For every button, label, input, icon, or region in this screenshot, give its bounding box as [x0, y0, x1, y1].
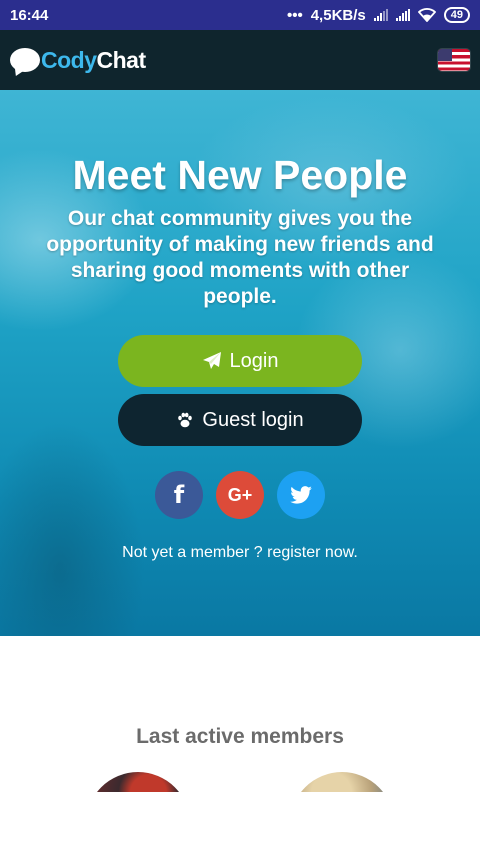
logo-text: CodyChat — [41, 47, 146, 74]
guest-login-button[interactable]: Guest login — [118, 394, 362, 446]
battery-icon: 49 — [443, 7, 470, 23]
avatar — [86, 772, 190, 792]
chat-bubble-icon — [10, 48, 40, 72]
flag-canton — [438, 49, 452, 61]
status-time: 16:44 — [10, 6, 49, 24]
avatar — [290, 772, 394, 792]
guest-login-label: Guest login — [202, 408, 304, 431]
hero-title: Meet New People — [72, 152, 408, 198]
google-plus-icon: G+ — [227, 484, 253, 505]
member-avatar-2[interactable] — [290, 772, 394, 792]
google-plus-login-button[interactable]: G+ — [216, 471, 264, 519]
social-login-row: f G+ — [0, 471, 480, 519]
signal-icon — [373, 9, 388, 21]
network-speed: 4,5KB/s — [310, 6, 366, 24]
wifi-icon — [417, 8, 436, 22]
signal-icon-2 — [395, 9, 410, 21]
hero-section: Meet New People Our chat community gives… — [0, 90, 480, 636]
member-avatar-1[interactable] — [86, 772, 190, 792]
paper-plane-icon — [202, 352, 221, 369]
logo-text-cody: Cody — [41, 46, 97, 73]
us-flag-icon[interactable] — [438, 49, 470, 71]
battery-level: 49 — [450, 9, 463, 21]
logo-text-chat: Chat — [96, 46, 147, 73]
status-right: ••• 4,5KB/s 49 — [287, 7, 470, 24]
app-header: CodyChat — [0, 30, 480, 90]
paw-icon — [178, 412, 193, 428]
codychat-logo[interactable]: CodyChat — [10, 47, 146, 74]
notification-dots: ••• — [286, 6, 303, 24]
facebook-icon: f — [173, 481, 185, 509]
twitter-login-button[interactable] — [277, 471, 325, 519]
login-button-label: Login — [229, 349, 279, 372]
twitter-icon — [290, 486, 312, 504]
last-active-members-title: Last active members — [136, 725, 344, 748]
facebook-login-button[interactable]: f — [155, 471, 203, 519]
login-button[interactable]: Login — [118, 335, 362, 387]
register-link[interactable]: Not yet a member ? register now. — [0, 544, 480, 562]
status-bar: 16:44 ••• 4,5KB/s 49 — [0, 0, 480, 30]
hero-subtitle: Our chat community gives you the opportu… — [46, 207, 434, 308]
